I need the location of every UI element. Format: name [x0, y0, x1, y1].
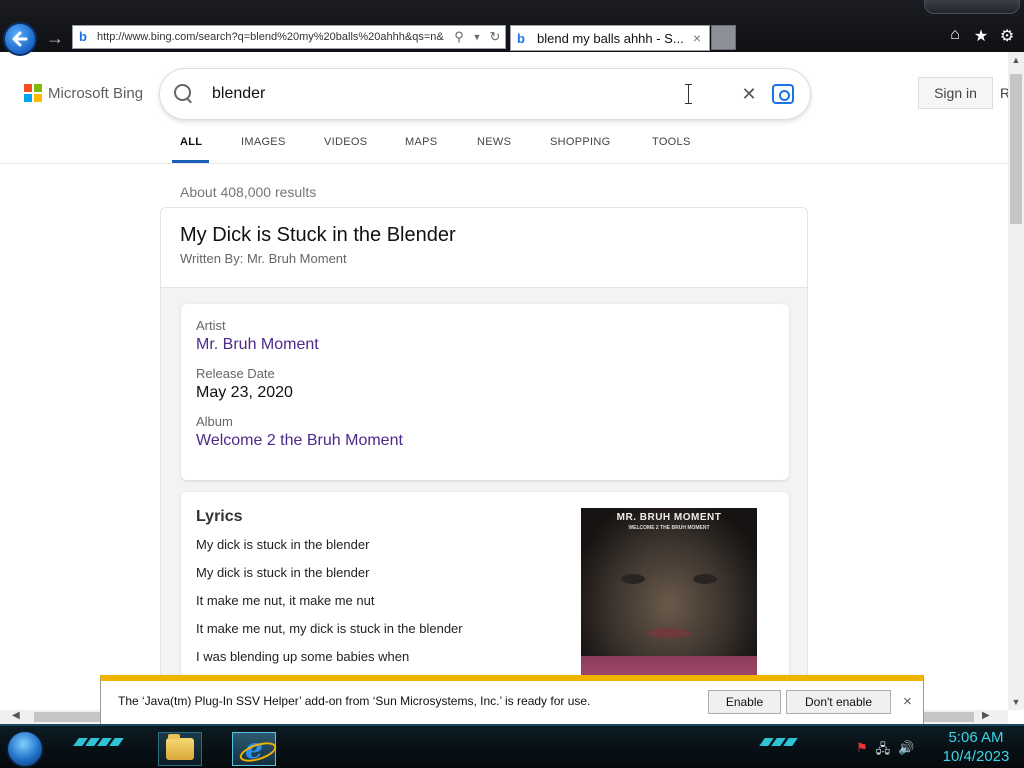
song-title[interactable]: My Dick is Stuck in the Blender	[180, 224, 788, 247]
network-icon[interactable]: 🖧	[876, 740, 891, 762]
address-url[interactable]: http://www.bing.com/search?q=blend%20my%…	[97, 31, 451, 43]
window-caption-decoration	[924, 0, 1020, 14]
tab-news[interactable]: NEWS	[477, 136, 511, 148]
toolbar-icons: ⌂ ★ ⚙	[946, 26, 1016, 46]
search-input[interactable]: blender	[212, 85, 738, 103]
action-center-flag-icon[interactable]: ⚑	[856, 740, 868, 762]
web-page: Microsoft Bing blender ✕ Sign in R ALL I…	[0, 52, 1008, 710]
file-explorer-button[interactable]	[158, 732, 202, 766]
cover-face	[621, 574, 717, 588]
taskbar-decoration	[73, 738, 124, 746]
start-button[interactable]	[6, 730, 44, 768]
home-icon[interactable]: ⌂	[946, 26, 964, 46]
new-tab-button[interactable]	[711, 25, 736, 50]
clock-date: 10/4/2023	[942, 748, 1010, 765]
volume-icon[interactable]: 🔊	[898, 740, 914, 762]
album-label: Album	[196, 414, 233, 429]
tab-tools[interactable]: TOOLS	[652, 136, 691, 148]
rewards-link[interactable]: R	[1000, 85, 1008, 101]
addon-notification-bar: The ‘Java(tm) Plug-In SSV Helper’ add-on…	[100, 675, 924, 725]
internet-explorer-button[interactable]: e	[232, 732, 276, 766]
dropdown-icon[interactable]: ▼	[469, 29, 485, 45]
sign-in-button[interactable]: Sign in	[918, 77, 993, 109]
microsoft-logo-icon	[24, 84, 42, 102]
arrow-left-icon	[12, 31, 28, 47]
search-icon[interactable]: ⚲	[451, 29, 467, 45]
dont-enable-button[interactable]: Don't enable	[786, 690, 891, 714]
bing-logo[interactable]: Microsoft Bing	[24, 84, 143, 102]
star-icon[interactable]: ★	[972, 26, 990, 46]
cover-title: MR. BRUH MOMENT	[616, 512, 722, 523]
tab-shopping[interactable]: SHOPPING	[550, 136, 610, 148]
song-details: Artist Mr. Bruh Moment Release Date May …	[161, 288, 807, 710]
close-icon[interactable]: ×	[903, 693, 912, 710]
bing-favicon-icon: b	[517, 30, 525, 46]
system-tray: ⚑ 🖧 🔊	[856, 740, 914, 762]
album-cover-image[interactable]: MR. BRUH MOMENT WELCOME 2 THE BRUH MOMEN…	[581, 508, 757, 684]
clear-icon[interactable]: ✕	[738, 84, 760, 105]
tab-videos[interactable]: VIDEOS	[324, 136, 367, 148]
cover-subtitle: WELCOME 2 THE BRUH MOMENT	[628, 525, 710, 531]
brand-name: Microsoft Bing	[48, 84, 144, 102]
browser-toolbar: → b http://www.bing.com/search?q=blend%2…	[0, 0, 1024, 56]
internet-explorer-icon: e	[245, 732, 263, 765]
taskbar: e ⚑ 🖧 🔊 5:06 AM 10/4/2023	[0, 724, 1024, 768]
vertical-scrollbar[interactable]: ▲ ▼	[1008, 52, 1024, 710]
address-bar[interactable]: b http://www.bing.com/search?q=blend%20m…	[72, 25, 506, 49]
search-box[interactable]: blender ✕	[160, 69, 810, 119]
tab-maps[interactable]: MAPS	[405, 136, 437, 148]
cover-mouth	[647, 628, 691, 638]
song-writer: Written By: Mr. Bruh Moment	[180, 251, 347, 266]
gear-icon[interactable]: ⚙	[998, 26, 1016, 46]
tab-close-button[interactable]: ×	[689, 30, 705, 46]
tab-all[interactable]: ALL	[180, 136, 202, 148]
visual-search-icon[interactable]	[772, 84, 794, 104]
scroll-left-icon[interactable]: ◀	[12, 710, 20, 721]
tab-title: blend my balls ahhh - S...	[537, 30, 684, 46]
back-button[interactable]	[3, 22, 37, 56]
active-tab-indicator	[172, 160, 209, 163]
scroll-right-icon[interactable]: ▶	[982, 710, 990, 721]
scroll-up-icon[interactable]: ▲	[1008, 52, 1024, 68]
notification-message: The ‘Java(tm) Plug-In SSV Helper’ add-on…	[118, 694, 591, 708]
taskbar-decoration	[759, 738, 798, 746]
clock[interactable]: 5:06 AM 10/4/2023	[936, 728, 1016, 766]
release-date-value: May 23, 2020	[196, 384, 293, 401]
scroll-thumb[interactable]	[1010, 74, 1022, 224]
search-icon[interactable]	[174, 84, 194, 104]
folder-icon	[166, 734, 194, 760]
bing-favicon-icon: b	[79, 29, 87, 44]
song-info-panel: Artist Mr. Bruh Moment Release Date May …	[181, 304, 789, 480]
tab-images[interactable]: IMAGES	[241, 136, 286, 148]
clock-time: 5:06 AM	[948, 729, 1004, 746]
scroll-down-icon[interactable]: ▼	[1008, 694, 1024, 710]
release-date-label: Release Date	[196, 366, 275, 381]
song-header: My Dick is Stuck in the Blender Written …	[161, 208, 807, 288]
refresh-icon[interactable]: ↻	[487, 29, 503, 45]
artist-label: Artist	[196, 318, 226, 333]
forward-button[interactable]: →	[46, 29, 64, 47]
song-answer-card: My Dick is Stuck in the Blender Written …	[160, 207, 808, 710]
search-tabs: ALL IMAGES VIDEOS MAPS NEWS SHOPPING TOO…	[0, 128, 1008, 164]
album-link[interactable]: Welcome 2 the Bruh Moment	[196, 432, 774, 450]
artist-link[interactable]: Mr. Bruh Moment	[196, 336, 774, 354]
enable-button[interactable]: Enable	[708, 690, 781, 714]
text-cursor-icon	[685, 84, 692, 104]
result-count: About 408,000 results	[180, 184, 317, 200]
browser-tab[interactable]: b blend my balls ahhh - S... ×	[510, 25, 710, 51]
